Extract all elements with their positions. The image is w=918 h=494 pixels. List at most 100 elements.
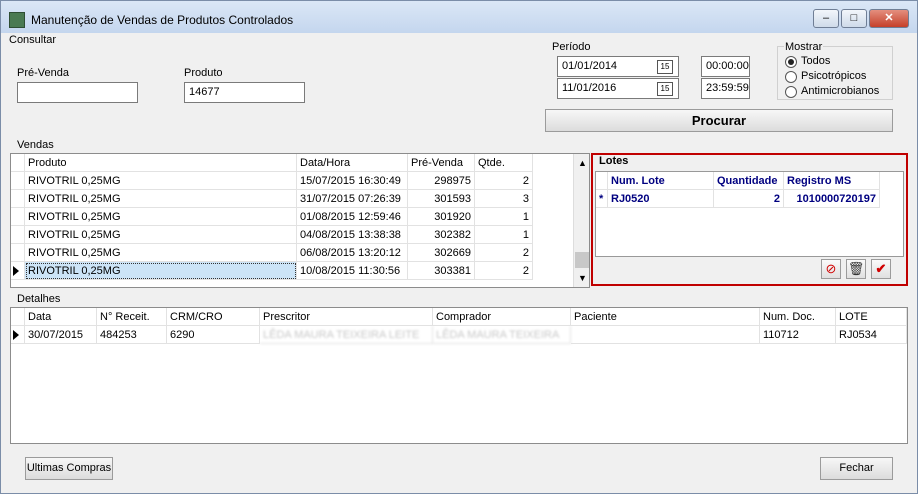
- col-header-data-hora[interactable]: Data/Hora: [297, 154, 408, 172]
- maximize-icon: □: [850, 12, 858, 24]
- title-bar: Manutenção de Vendas de Produtos Control…: [1, 1, 917, 33]
- cell-pre-venda: 303381: [408, 262, 475, 280]
- main-window: Manutenção de Vendas de Produtos Control…: [0, 0, 918, 494]
- scroll-thumb[interactable]: [575, 252, 589, 268]
- vendas-group-label: Vendas: [17, 139, 54, 151]
- cell-paciente: [571, 326, 760, 344]
- fechar-button[interactable]: Fechar: [820, 457, 893, 480]
- cell-produto: RIVOTRIL 0,25MG: [25, 208, 297, 226]
- cell-qtde: 2: [475, 244, 533, 262]
- cell-data-hora: 31/07/2015 07:26:39: [297, 190, 408, 208]
- minimize-icon: –: [822, 12, 830, 24]
- vendas-header-row: Produto Data/Hora Pré-Venda Qtde.: [11, 154, 589, 172]
- detalhes-header-row: Data N° Receit. CRM/CRO Prescritor Compr…: [11, 308, 907, 326]
- confirm-button[interactable]: ✔: [871, 259, 891, 279]
- cell-produto: RIVOTRIL 0,25MG: [25, 172, 297, 190]
- table-row[interactable]: RIVOTRIL 0,25MG 04/08/2015 13:38:38 3023…: [11, 226, 589, 244]
- radio-antimicrobianos-label: Antimicrobianos: [801, 85, 880, 97]
- cell-data-hora: 04/08/2015 13:38:38: [297, 226, 408, 244]
- ultimas-compras-button[interactable]: Ultimas Compras: [25, 457, 113, 480]
- radio-antimicrobianos[interactable]: [785, 86, 797, 98]
- vendas-scrollbar[interactable]: ▲ ▼: [573, 154, 589, 287]
- cell-pre-venda: 302669: [408, 244, 475, 262]
- col-header-comprador[interactable]: Comprador: [433, 308, 571, 326]
- col-header-produto[interactable]: Produto: [25, 154, 297, 172]
- row-indicator-icon: [13, 330, 19, 340]
- scroll-up-icon[interactable]: ▲: [578, 158, 587, 168]
- start-date-value: 01/01/2014: [562, 60, 618, 72]
- check-icon: ✔: [875, 261, 887, 276]
- cell-produto: RIVOTRIL 0,25MG: [25, 190, 297, 208]
- procurar-button[interactable]: Procurar: [545, 109, 893, 132]
- col-header-num-lote[interactable]: Num. Lote: [608, 172, 714, 190]
- col-header-lote[interactable]: LOTE: [836, 308, 907, 326]
- cell-data-hora: 10/08/2015 11:30:56: [297, 262, 408, 280]
- cell-pre-venda: 301920: [408, 208, 475, 226]
- table-row[interactable]: * RJ0520 2 1010000720197: [596, 190, 896, 208]
- cell-comprador: LÊDA MAURA TEIXEIRA: [433, 326, 571, 344]
- cell-num-doc: 110712: [760, 326, 836, 344]
- lotes-grid: Num. Lote Quantidade Registro MS * RJ052…: [595, 171, 904, 257]
- cell-data-hora: 15/07/2015 16:30:49: [297, 172, 408, 190]
- cell-registro-ms: 1010000720197: [784, 190, 880, 208]
- cell-pre-venda: 302382: [408, 226, 475, 244]
- col-header-crm[interactable]: CRM/CRO: [167, 308, 260, 326]
- pre-venda-label: Pré-Venda: [17, 67, 69, 79]
- cell-data-hora: 01/08/2015 12:59:46: [297, 208, 408, 226]
- cell-qtde: 1: [475, 226, 533, 244]
- produto-input[interactable]: 14677: [184, 82, 305, 103]
- detalhes-grid: Data N° Receit. CRM/CRO Prescritor Compr…: [10, 307, 908, 444]
- table-row[interactable]: RIVOTRIL 0,25MG 06/08/2015 13:20:12 3026…: [11, 244, 589, 262]
- cell-pre-venda: 301593: [408, 190, 475, 208]
- col-header-registro-ms[interactable]: Registro MS: [784, 172, 880, 190]
- calendar-icon[interactable]: 15: [657, 60, 673, 74]
- new-row-marker: *: [596, 190, 608, 208]
- lotes-header-row: Num. Lote Quantidade Registro MS: [596, 172, 896, 190]
- row-indicator-icon: [13, 266, 19, 276]
- minimize-button[interactable]: –: [813, 9, 839, 28]
- cell-produto: RIVOTRIL 0,25MG: [25, 244, 297, 262]
- col-header-qtde[interactable]: Qtde.: [475, 154, 533, 172]
- table-row[interactable]: RIVOTRIL 0,25MG 15/07/2015 16:30:49 2989…: [11, 172, 589, 190]
- col-header-pre-venda[interactable]: Pré-Venda: [408, 154, 475, 172]
- cell-receita: 484253: [97, 326, 167, 344]
- cell-data: 30/07/2015: [25, 326, 97, 344]
- close-icon: ✕: [884, 12, 894, 24]
- cell-data-hora: 06/08/2015 13:20:12: [297, 244, 408, 262]
- window-title: Manutenção de Vendas de Produtos Control…: [31, 13, 294, 27]
- table-row-selected[interactable]: RIVOTRIL 0,25MG 10/08/2015 11:30:56 3033…: [11, 262, 589, 280]
- cell-crm: 6290: [167, 326, 260, 344]
- col-header-data[interactable]: Data: [25, 308, 97, 326]
- maximize-button[interactable]: □: [841, 9, 867, 28]
- radio-todos-label: Todos: [801, 55, 831, 67]
- radio-psicotropicos-label: Psicotrópicos: [801, 70, 867, 82]
- vendas-grid: Produto Data/Hora Pré-Venda Qtde. RIVOTR…: [10, 153, 590, 288]
- table-row[interactable]: RIVOTRIL 0,25MG 01/08/2015 12:59:46 3019…: [11, 208, 589, 226]
- col-header-quantidade[interactable]: Quantidade: [714, 172, 784, 190]
- end-time-field[interactable]: 23:59:59: [701, 78, 750, 99]
- cell-quantidade: 2: [714, 190, 784, 208]
- app-icon: [9, 12, 25, 28]
- col-header-paciente[interactable]: Paciente: [571, 308, 760, 326]
- cell-qtde: 3: [475, 190, 533, 208]
- col-header-prescritor[interactable]: Prescritor: [260, 308, 433, 326]
- radio-psicotropicos[interactable]: [785, 71, 797, 83]
- start-time-field[interactable]: 00:00:00: [701, 56, 750, 77]
- consultar-group-label: Consultar: [9, 34, 57, 46]
- table-row[interactable]: 30/07/2015 484253 6290 LÊDA MAURA TEIXEI…: [11, 326, 907, 344]
- cell-produto: RIVOTRIL 0,25MG: [25, 262, 297, 280]
- col-header-receita[interactable]: N° Receit.: [97, 308, 167, 326]
- cancel-button[interactable]: ⊘: [821, 259, 841, 279]
- cell-qtde: 1: [475, 208, 533, 226]
- close-button[interactable]: ✕: [869, 9, 909, 28]
- pre-venda-input[interactable]: [17, 82, 138, 103]
- scroll-down-icon[interactable]: ▼: [578, 273, 587, 283]
- col-header-num-doc[interactable]: Num. Doc.: [760, 308, 836, 326]
- periodo-label: Período: [552, 41, 591, 53]
- calendar-icon[interactable]: 15: [657, 82, 673, 96]
- delete-button[interactable]: 🗑: [846, 259, 866, 279]
- cell-qtde: 2: [475, 172, 533, 190]
- table-row[interactable]: RIVOTRIL 0,25MG 31/07/2015 07:26:39 3015…: [11, 190, 589, 208]
- lotes-label: Lotes: [599, 155, 629, 167]
- radio-todos[interactable]: [785, 56, 797, 68]
